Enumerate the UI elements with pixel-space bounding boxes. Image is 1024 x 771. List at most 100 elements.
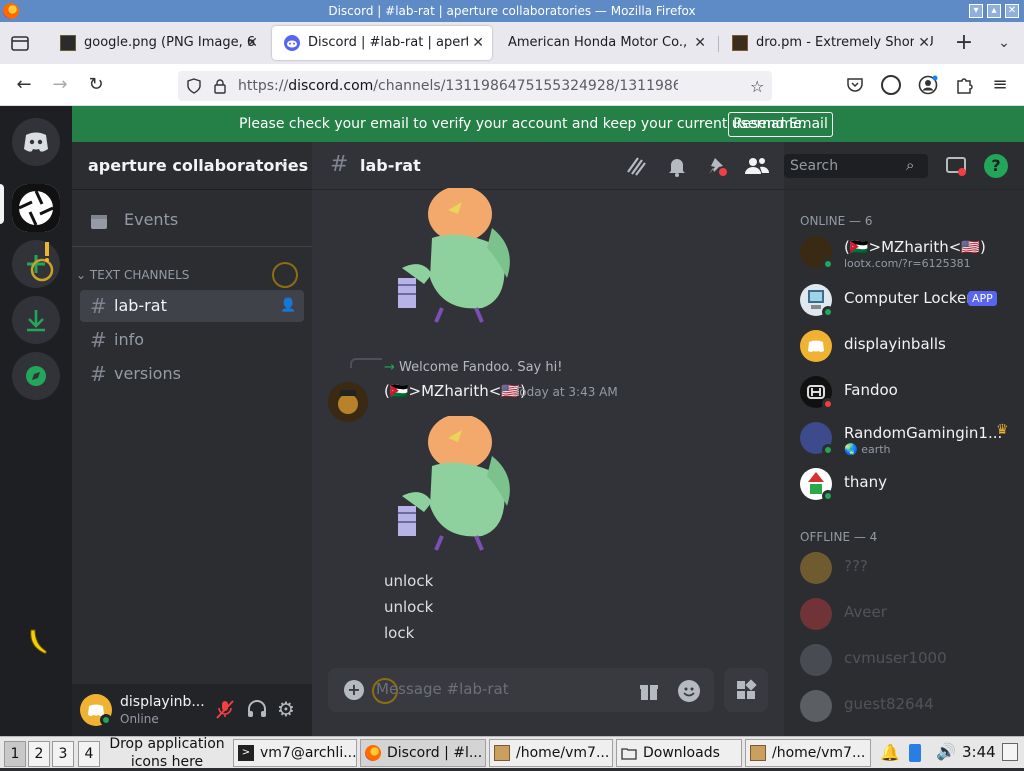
extensions-puzzle-icon[interactable] — [954, 75, 974, 95]
member-item[interactable]: guest82644 — [800, 686, 1020, 728]
search-icon: ⌕ — [906, 156, 915, 174]
tab-dro-pm[interactable]: dro.pm - Extremely Short U ✕ — [720, 26, 938, 60]
message-author[interactable]: (🇯🇴>MZharith<🇺🇸) — [384, 382, 526, 400]
lock-icon[interactable] — [212, 78, 228, 94]
gift-icon[interactable] — [638, 680, 660, 702]
volume-icon[interactable]: 🔊 — [936, 742, 956, 761]
workspace-1[interactable]: 1 — [4, 741, 26, 767]
banana-icon[interactable] — [26, 626, 52, 656]
pocket-icon[interactable] — [846, 76, 864, 94]
channel-lab-rat[interactable]: # lab-rat 👤 — [80, 290, 304, 322]
events-item[interactable]: Events — [80, 204, 304, 236]
folder-icon — [621, 745, 637, 761]
inbox-icon[interactable] — [944, 154, 968, 178]
member-item[interactable]: Fandoo — [800, 372, 1020, 414]
channel-versions[interactable]: # versions — [80, 358, 304, 390]
maximize-button[interactable]: ▴ — [987, 4, 1001, 18]
member-item[interactable]: Computer Locker APP — [800, 280, 1020, 322]
close-tab-icon[interactable]: ✕ — [246, 26, 258, 60]
task-file-manager-1[interactable]: /home/vm7... — [489, 739, 613, 767]
tab-overview-icon[interactable] — [8, 31, 32, 55]
member-name: displayinballs — [844, 335, 946, 353]
mute-mic-icon[interactable] — [214, 698, 236, 720]
message-composer[interactable]: + Message #lab-rat — [328, 668, 714, 712]
username[interactable]: displayinb... — [120, 694, 205, 710]
task-downloads[interactable]: Downloads — [616, 739, 742, 767]
member-name: Computer Locker — [844, 289, 973, 307]
emoji-icon[interactable] — [678, 680, 700, 702]
workspace-4[interactable]: 4 — [78, 741, 100, 767]
category-label: TEXT CHANNELS — [89, 268, 190, 282]
back-button[interactable]: ← — [12, 73, 36, 97]
add-member-icon[interactable]: 👤 — [280, 290, 296, 322]
parrot-sticker-1[interactable] — [392, 188, 522, 328]
member-activity: lootx.com/?r=6125381 — [844, 257, 971, 270]
reload-button[interactable]: ↻ — [84, 73, 108, 97]
headphones-icon[interactable] — [246, 698, 268, 720]
bookmark-star-icon[interactable]: ☆ — [750, 77, 764, 96]
tab-bar: google.png (PNG Image, 6 ✕ Discord | #la… — [0, 22, 1024, 64]
channel-info[interactable]: # info — [80, 324, 304, 356]
member-item[interactable]: Aveer — [800, 594, 1020, 636]
shield-icon[interactable] — [186, 78, 202, 94]
member-name: (🇯🇴>MZharith<🇺🇸) — [844, 238, 986, 256]
server-aperture-icon[interactable] — [12, 184, 60, 232]
download-apps-button[interactable] — [12, 296, 60, 344]
usb-device-icon[interactable] — [909, 744, 921, 762]
extension-circle-icon[interactable] — [881, 75, 901, 95]
explore-servers-button[interactable] — [12, 352, 60, 400]
list-tabs-button[interactable]: ⌄ — [992, 31, 1016, 55]
close-window-button[interactable]: ✕ — [1005, 4, 1019, 18]
close-tab-icon[interactable]: ✕ — [690, 26, 706, 60]
url-bar[interactable]: https://discord.com/channels/13119864751… — [178, 71, 772, 101]
avatar[interactable] — [328, 382, 368, 422]
close-tab-icon[interactable]: ✕ — [468, 26, 484, 60]
tab-google-png[interactable]: google.png (PNG Image, 6 ✕ — [48, 26, 266, 60]
task-terminal[interactable]: > vm7@archli... — [233, 739, 357, 767]
server-header[interactable]: aperture collaboratories ⌄ — [72, 142, 312, 190]
server-rail — [0, 106, 72, 736]
show-desktop-icon[interactable] — [1002, 743, 1018, 761]
notification-bell-icon[interactable]: 🔔 — [880, 743, 900, 762]
task-label: vm7@archli... — [260, 745, 357, 761]
member-item[interactable]: ??? — [800, 548, 1020, 590]
hamburger-menu-icon[interactable]: ≡ — [988, 73, 1012, 97]
discord-home-button[interactable] — [12, 118, 60, 166]
parrot-sticker-2[interactable] — [392, 416, 522, 556]
forward-button[interactable]: → — [48, 73, 72, 97]
member-item[interactable]: thany — [800, 464, 1020, 506]
add-server-button[interactable] — [12, 240, 60, 288]
attach-plus-icon[interactable]: + — [344, 680, 364, 700]
task-firefox[interactable]: Discord | #l... — [360, 739, 486, 767]
tab-honda[interactable]: American Honda Motor Co., I ✕ — [496, 26, 714, 60]
hash-icon: # — [90, 328, 107, 352]
search-input[interactable]: Search ⌕ — [784, 154, 928, 178]
notification-bell-icon[interactable] — [665, 154, 689, 178]
pin-icon[interactable] — [705, 154, 729, 178]
member-list-icon[interactable] — [744, 154, 770, 178]
sticker-button[interactable] — [724, 668, 768, 712]
category-text-channels[interactable]: ⌄ TEXT CHANNELS — [76, 268, 189, 282]
workspace-2[interactable]: 2 — [28, 741, 50, 767]
url-text[interactable]: https://discord.com/channels/13119864751… — [238, 71, 678, 101]
tab-discord[interactable]: Discord | #lab-rat | apert ✕ — [272, 26, 492, 60]
clock[interactable]: 3:44 — [962, 743, 996, 761]
message-input[interactable]: Message #lab-rat — [376, 680, 509, 698]
close-tab-icon[interactable]: ✕ — [914, 26, 930, 60]
member-item[interactable]: displayinballs — [800, 326, 1020, 368]
member-item[interactable]: RandomGamingin1... ♛ 🌏 earth — [800, 418, 1020, 460]
globe-icon: 🌏 — [844, 443, 862, 456]
workspace-3[interactable]: 3 — [52, 741, 74, 767]
threads-icon[interactable] — [624, 154, 648, 178]
help-icon[interactable]: ? — [984, 154, 1008, 178]
account-icon[interactable] — [918, 75, 938, 95]
member-item[interactable]: (🇯🇴>MZharith<🇺🇸) lootx.com/?r=6125381 — [800, 232, 1020, 274]
banner-text: Please check your email to verify your a… — [239, 116, 807, 132]
gear-icon[interactable]: ⚙ — [277, 697, 295, 721]
new-tab-button[interactable]: + — [952, 31, 976, 55]
member-item[interactable]: cvmuser1000 — [800, 640, 1020, 682]
calendar-icon — [90, 212, 108, 230]
resend-email-button[interactable]: Resend Email — [728, 112, 833, 137]
minimize-button[interactable]: ▾ — [969, 4, 983, 18]
task-file-manager-2[interactable]: /home/vm7... — [745, 739, 871, 767]
